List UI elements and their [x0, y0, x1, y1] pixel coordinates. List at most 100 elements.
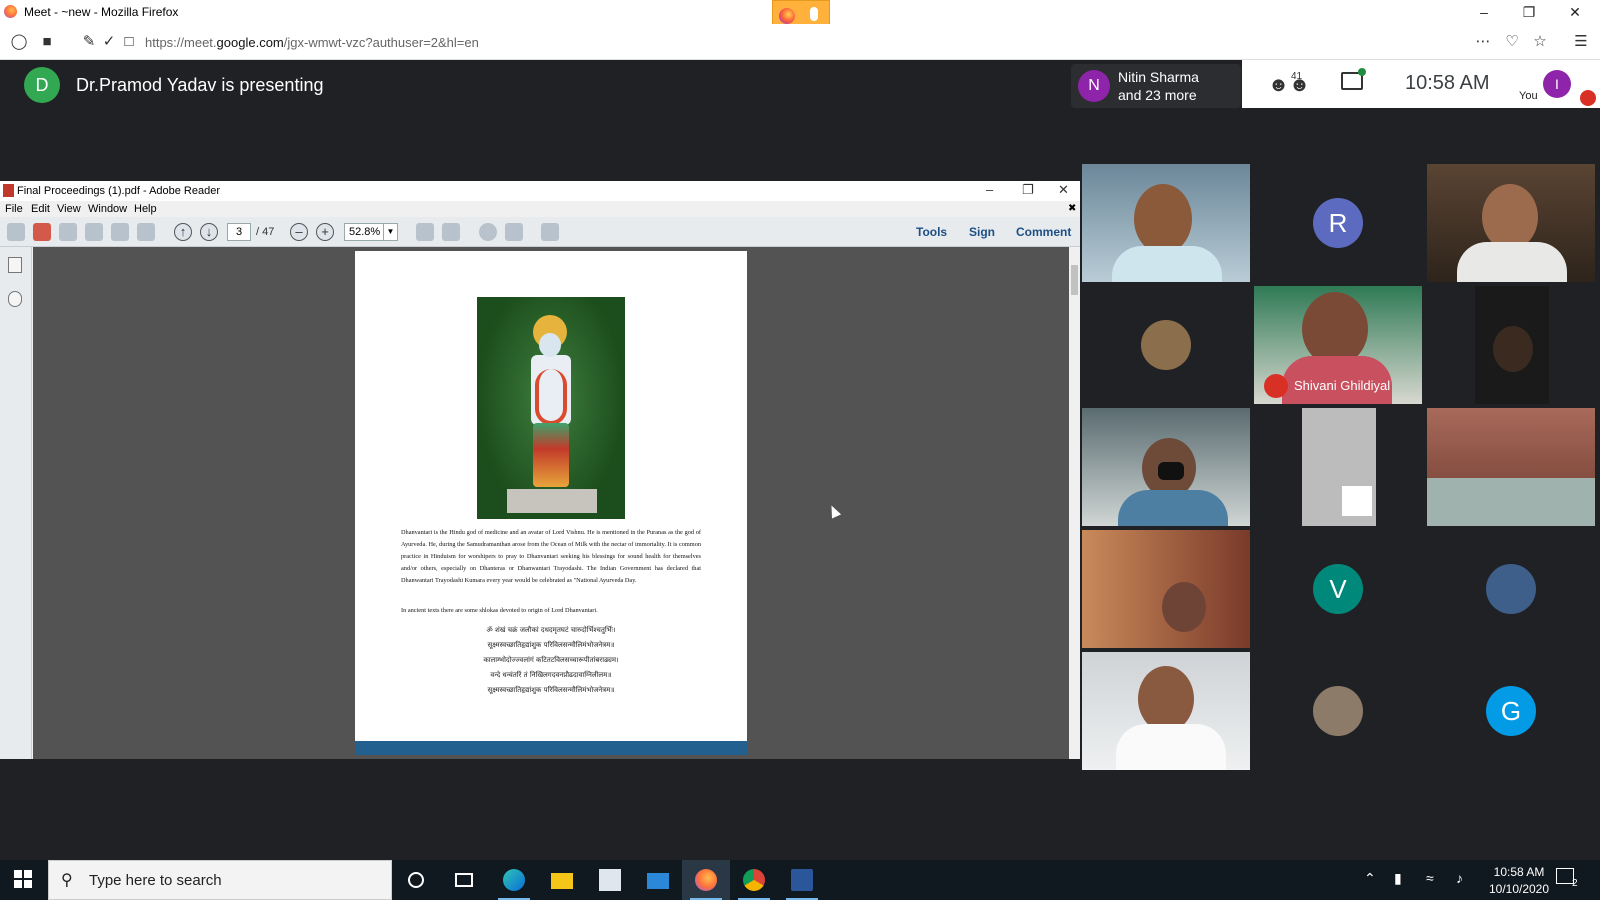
- scroll-thumb[interactable]: [1071, 265, 1078, 295]
- document-canvas[interactable]: Dhanvantari is the Hindu god of medicine…: [33, 247, 1069, 759]
- participant-name-tag: Shivani Ghildiyal: [1294, 378, 1391, 393]
- menu-view[interactable]: View: [57, 203, 81, 215]
- word-icon[interactable]: [778, 860, 826, 900]
- chevron-down-icon[interactable]: ▼: [383, 224, 397, 240]
- attachment-icon[interactable]: [8, 291, 22, 307]
- bookmark-star-icon[interactable]: ☆: [1531, 33, 1549, 51]
- page-number-input[interactable]: 3: [227, 223, 251, 241]
- taskbar-clock[interactable]: 10:58 AM 10/10/2020: [1484, 864, 1554, 898]
- pocket-icon[interactable]: ♡: [1503, 33, 1521, 51]
- search-icon: ⚲: [61, 872, 73, 889]
- mail-icon[interactable]: [634, 860, 682, 900]
- hamburger-menu-icon[interactable]: ☰: [1572, 33, 1590, 51]
- microphone-icon: [810, 7, 818, 21]
- fit-page-icon[interactable]: [416, 223, 434, 241]
- highlight-icon[interactable]: [505, 223, 523, 241]
- pdf-create-icon[interactable]: [33, 223, 51, 241]
- video-tile[interactable]: G: [1427, 652, 1595, 770]
- print-icon[interactable]: [111, 223, 129, 241]
- people-count: 41: [1291, 71, 1303, 82]
- tools-button[interactable]: Tools: [916, 225, 947, 239]
- participant-names: Nitin Sharma and 23 more: [1118, 69, 1199, 103]
- reader-menubar: File Edit View Window Help ✖: [0, 201, 1080, 217]
- edit-icon[interactable]: [59, 223, 77, 241]
- video-tile[interactable]: V: [1254, 530, 1422, 648]
- video-tile[interactable]: R: [1254, 164, 1422, 282]
- comment-button[interactable]: Comment: [1016, 225, 1071, 239]
- video-tile[interactable]: [1254, 408, 1422, 526]
- participant-photo-avatar: [1141, 320, 1191, 370]
- next-page-icon[interactable]: ↓: [200, 223, 218, 241]
- url-bar[interactable]: https://meet.google.com/jgx-wmwt-vzc?aut…: [145, 35, 479, 50]
- comment-bubble-icon[interactable]: [479, 223, 497, 241]
- reader-title: Final Proceedings (1).pdf - Adobe Reader: [17, 185, 221, 197]
- presenter-avatar: D: [24, 67, 60, 103]
- zoom-out-icon[interactable]: –: [290, 223, 308, 241]
- email-icon[interactable]: [137, 223, 155, 241]
- lock-icon[interactable]: ■: [38, 33, 56, 51]
- participant-photo-avatar: [1486, 564, 1536, 614]
- video-tile[interactable]: [1254, 652, 1422, 770]
- fit-width-icon[interactable]: [442, 223, 460, 241]
- reader-titlebar: Final Proceedings (1).pdf - Adobe Reader…: [0, 181, 1080, 201]
- screen-share-icon[interactable]: □: [120, 33, 138, 51]
- self-avatar[interactable]: I: [1543, 70, 1571, 98]
- maximize-button[interactable]: ❐: [1506, 2, 1552, 22]
- menu-help[interactable]: Help: [134, 203, 157, 215]
- close-doc-icon[interactable]: ✖: [1068, 203, 1076, 214]
- participant-letter-avatar: V: [1313, 564, 1363, 614]
- page-actions-icon[interactable]: ⋯: [1474, 33, 1492, 51]
- video-tile[interactable]: [1082, 286, 1250, 404]
- cortana-icon[interactable]: [392, 860, 440, 900]
- mic-permission-icon[interactable]: ✓: [100, 33, 118, 51]
- video-tile[interactable]: [1427, 530, 1595, 648]
- task-view-icon[interactable]: [440, 860, 488, 900]
- zoom-in-icon[interactable]: +: [316, 223, 334, 241]
- file-explorer-icon[interactable]: [538, 860, 586, 900]
- sign-button[interactable]: Sign: [969, 225, 995, 239]
- participant-avatar: N: [1078, 70, 1110, 102]
- taskbar-search[interactable]: ⚲ Type here to search: [48, 860, 392, 900]
- shield-icon[interactable]: ◯: [10, 33, 28, 51]
- menu-edit[interactable]: Edit: [31, 203, 50, 215]
- menu-file[interactable]: File: [5, 203, 23, 215]
- chrome-icon[interactable]: [730, 860, 778, 900]
- close-window-button[interactable]: ✕: [1552, 2, 1598, 22]
- video-tile[interactable]: [1082, 164, 1250, 282]
- fullscreen-icon[interactable]: [541, 223, 559, 241]
- video-tile[interactable]: [1427, 286, 1595, 404]
- meeting-clock: 10:58 AM: [1405, 72, 1490, 94]
- firefox-taskbar-icon[interactable]: [682, 860, 730, 900]
- people-icon[interactable]: ☻☻: [1268, 74, 1310, 97]
- store-icon[interactable]: [586, 860, 634, 900]
- minimize-button[interactable]: –: [1461, 2, 1507, 22]
- create-icon[interactable]: [7, 223, 25, 241]
- video-tile[interactable]: Shivani Ghildiyal: [1254, 286, 1422, 404]
- page-thumbnails-icon[interactable]: [8, 257, 22, 273]
- reader-scrollbar[interactable]: [1069, 247, 1080, 759]
- page-footer-bar: [355, 741, 747, 755]
- windows-start-icon[interactable]: [14, 870, 32, 888]
- video-tile[interactable]: [1427, 408, 1595, 526]
- page-paragraph: Dhanvantari is the Hindu god of medicine…: [401, 529, 701, 584]
- edge-icon[interactable]: [490, 860, 538, 900]
- wifi-icon[interactable]: ≈: [1426, 870, 1434, 886]
- reader-side-panel: [0, 247, 32, 759]
- camera-permission-icon[interactable]: ✎: [80, 33, 98, 51]
- reader-restore-button[interactable]: ❐: [1022, 182, 1034, 198]
- video-tile[interactable]: [1082, 408, 1250, 526]
- video-tile[interactable]: [1082, 530, 1250, 648]
- prev-page-icon[interactable]: ↑: [174, 223, 192, 241]
- video-tile[interactable]: [1082, 652, 1250, 770]
- video-tile[interactable]: [1427, 164, 1595, 282]
- reader-minimize-button[interactable]: –: [986, 182, 993, 197]
- menu-window[interactable]: Window: [88, 203, 127, 215]
- battery-icon[interactable]: ▮: [1394, 870, 1402, 887]
- save-icon[interactable]: [85, 223, 103, 241]
- volume-icon[interactable]: ♪: [1456, 870, 1463, 886]
- participant-letter-avatar: R: [1313, 198, 1363, 248]
- zoom-select[interactable]: 52.8% ▼: [344, 223, 398, 241]
- chevron-up-icon[interactable]: ⌃: [1364, 870, 1376, 887]
- firefox-icon: [4, 5, 17, 18]
- reader-close-button[interactable]: ✕: [1058, 182, 1069, 198]
